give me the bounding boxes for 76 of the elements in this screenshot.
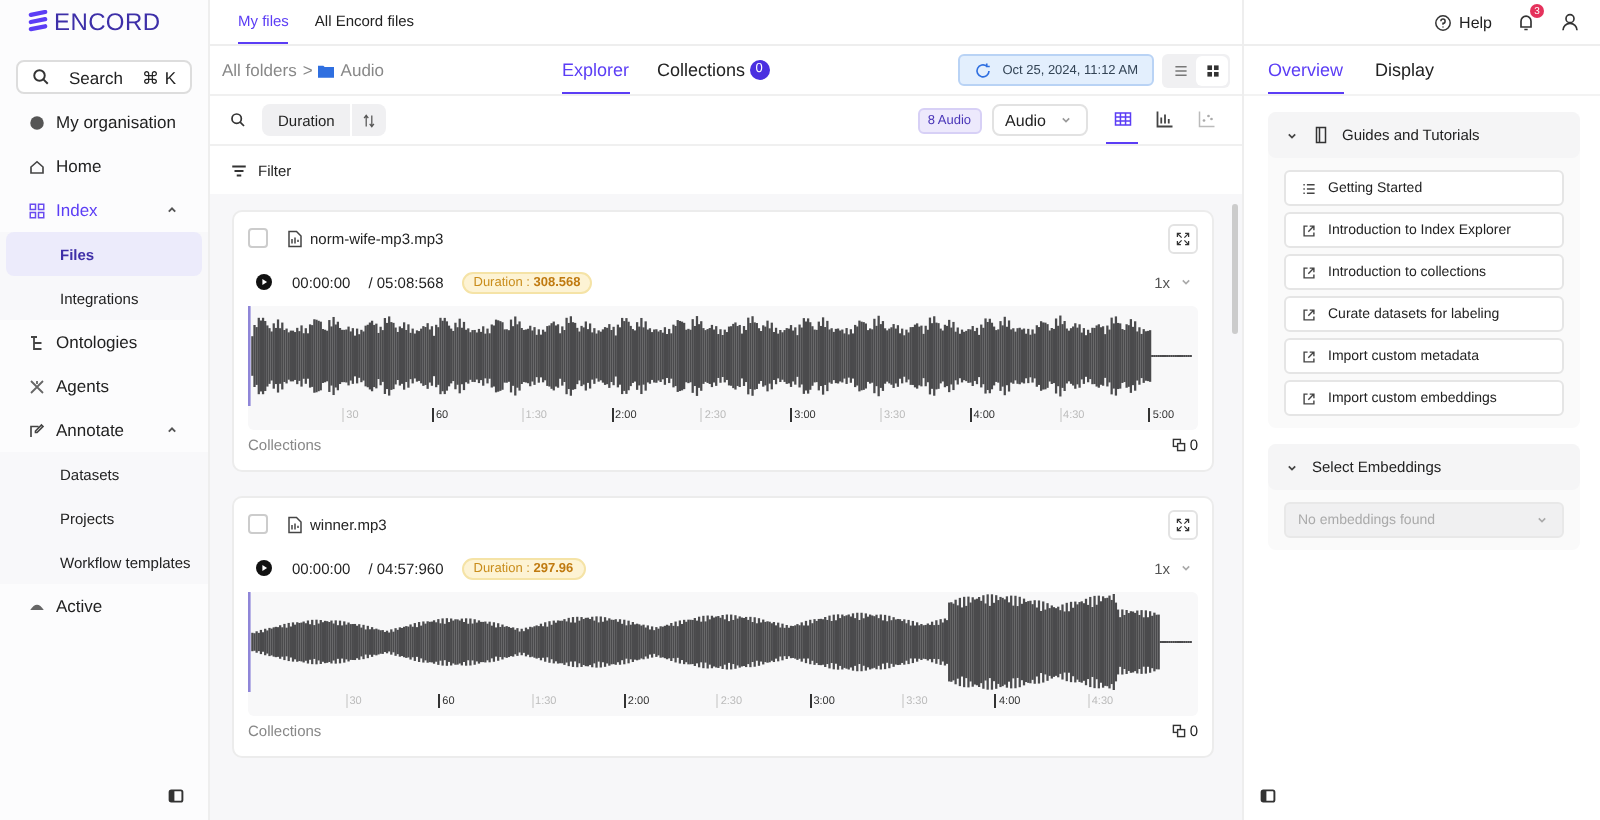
checkbox[interactable] (248, 514, 268, 534)
chevron-icon (1058, 112, 1074, 128)
view-tab[interactable]: Explorer (562, 46, 630, 94)
book-icon (1312, 126, 1330, 144)
sidebar-item[interactable]: Ontologies (0, 320, 208, 364)
chevron-icon (1178, 274, 1194, 290)
sidebar-item[interactable]: My organisation (0, 100, 208, 144)
timeline-tick (431, 408, 434, 422)
sidebar-item[interactable]: Agents (0, 364, 208, 408)
grid-icon (1205, 63, 1219, 77)
sort-direction-icon[interactable] (362, 113, 377, 127)
bar-chart-icon (1155, 110, 1173, 128)
audio-file-icon (286, 229, 304, 247)
copy-icon (1171, 724, 1186, 738)
chevron-icon (1534, 512, 1550, 528)
breadcrumb-folder[interactable]: Audio (340, 60, 385, 80)
sidebar-item[interactable]: Home (0, 144, 208, 188)
timeline-tick (611, 408, 614, 422)
chevron-icon (1178, 560, 1194, 576)
logo-icon (28, 10, 48, 34)
table-icon (1113, 110, 1131, 128)
gallery-view-button[interactable] (1196, 55, 1228, 85)
external-link-icon (1302, 349, 1316, 363)
bell-icon[interactable] (1516, 12, 1536, 32)
folder-icon (318, 63, 335, 77)
help-icon (1433, 13, 1452, 31)
checkbox[interactable] (248, 228, 268, 248)
breadcrumb-link[interactable]: All folders (222, 60, 297, 80)
expand-button[interactable] (1168, 223, 1198, 253)
timeline-tick (438, 694, 441, 708)
audio-file-icon (286, 515, 304, 533)
logo-text: ENCORD (54, 8, 161, 36)
help-button[interactable]: Help (1433, 13, 1492, 31)
search-icon[interactable] (230, 112, 246, 128)
search-icon (32, 68, 50, 86)
filter-icon (230, 161, 248, 179)
play-icon[interactable] (256, 560, 272, 576)
edit-icon (28, 421, 46, 439)
list-icon (1173, 63, 1187, 77)
external-link-icon (1302, 307, 1316, 321)
collapse-sidebar-icon[interactable] (168, 788, 184, 804)
external-link-icon (1302, 223, 1316, 237)
timeline-tick (994, 694, 997, 708)
hierarchy-icon (28, 333, 46, 351)
type-select[interactable]: Audio (991, 104, 1088, 136)
timeline-tick (809, 694, 812, 708)
home-icon (28, 157, 46, 175)
expand-icon (1176, 231, 1190, 245)
collapse-panel-icon[interactable] (1260, 788, 1276, 804)
sidebar-item[interactable]: Index (0, 188, 208, 232)
panel-tab[interactable]: Display (1375, 46, 1435, 94)
timeline-tick (790, 408, 793, 422)
scrollbar[interactable] (1232, 204, 1238, 334)
expand-icon (1176, 517, 1190, 531)
breadcrumb-separator: > (302, 60, 313, 80)
sidebar-item[interactable]: Annotate (0, 408, 208, 452)
chevron-icon (164, 422, 180, 438)
external-link-icon (1302, 265, 1316, 279)
expand-button[interactable] (1168, 509, 1198, 539)
timeline-tick (1148, 408, 1151, 422)
search-button[interactable]: Search ⌘ K (16, 60, 192, 94)
list-icon (1302, 181, 1316, 195)
sidebar-item[interactable]: Active (0, 584, 208, 628)
copy-icon (1171, 438, 1186, 452)
scatter-chart-icon (1197, 110, 1215, 128)
timeline-tick (969, 408, 972, 422)
chevron-icon (164, 202, 180, 218)
user-icon[interactable] (1560, 12, 1580, 32)
cross-icon (28, 377, 46, 395)
panel-tab[interactable]: Overview (1268, 46, 1344, 94)
globe-icon (28, 113, 46, 131)
grid-icon (28, 201, 46, 219)
external-link-icon (1302, 391, 1316, 405)
timeline-tick (623, 694, 626, 708)
refresh-icon (974, 61, 993, 79)
play-icon[interactable] (256, 274, 272, 290)
